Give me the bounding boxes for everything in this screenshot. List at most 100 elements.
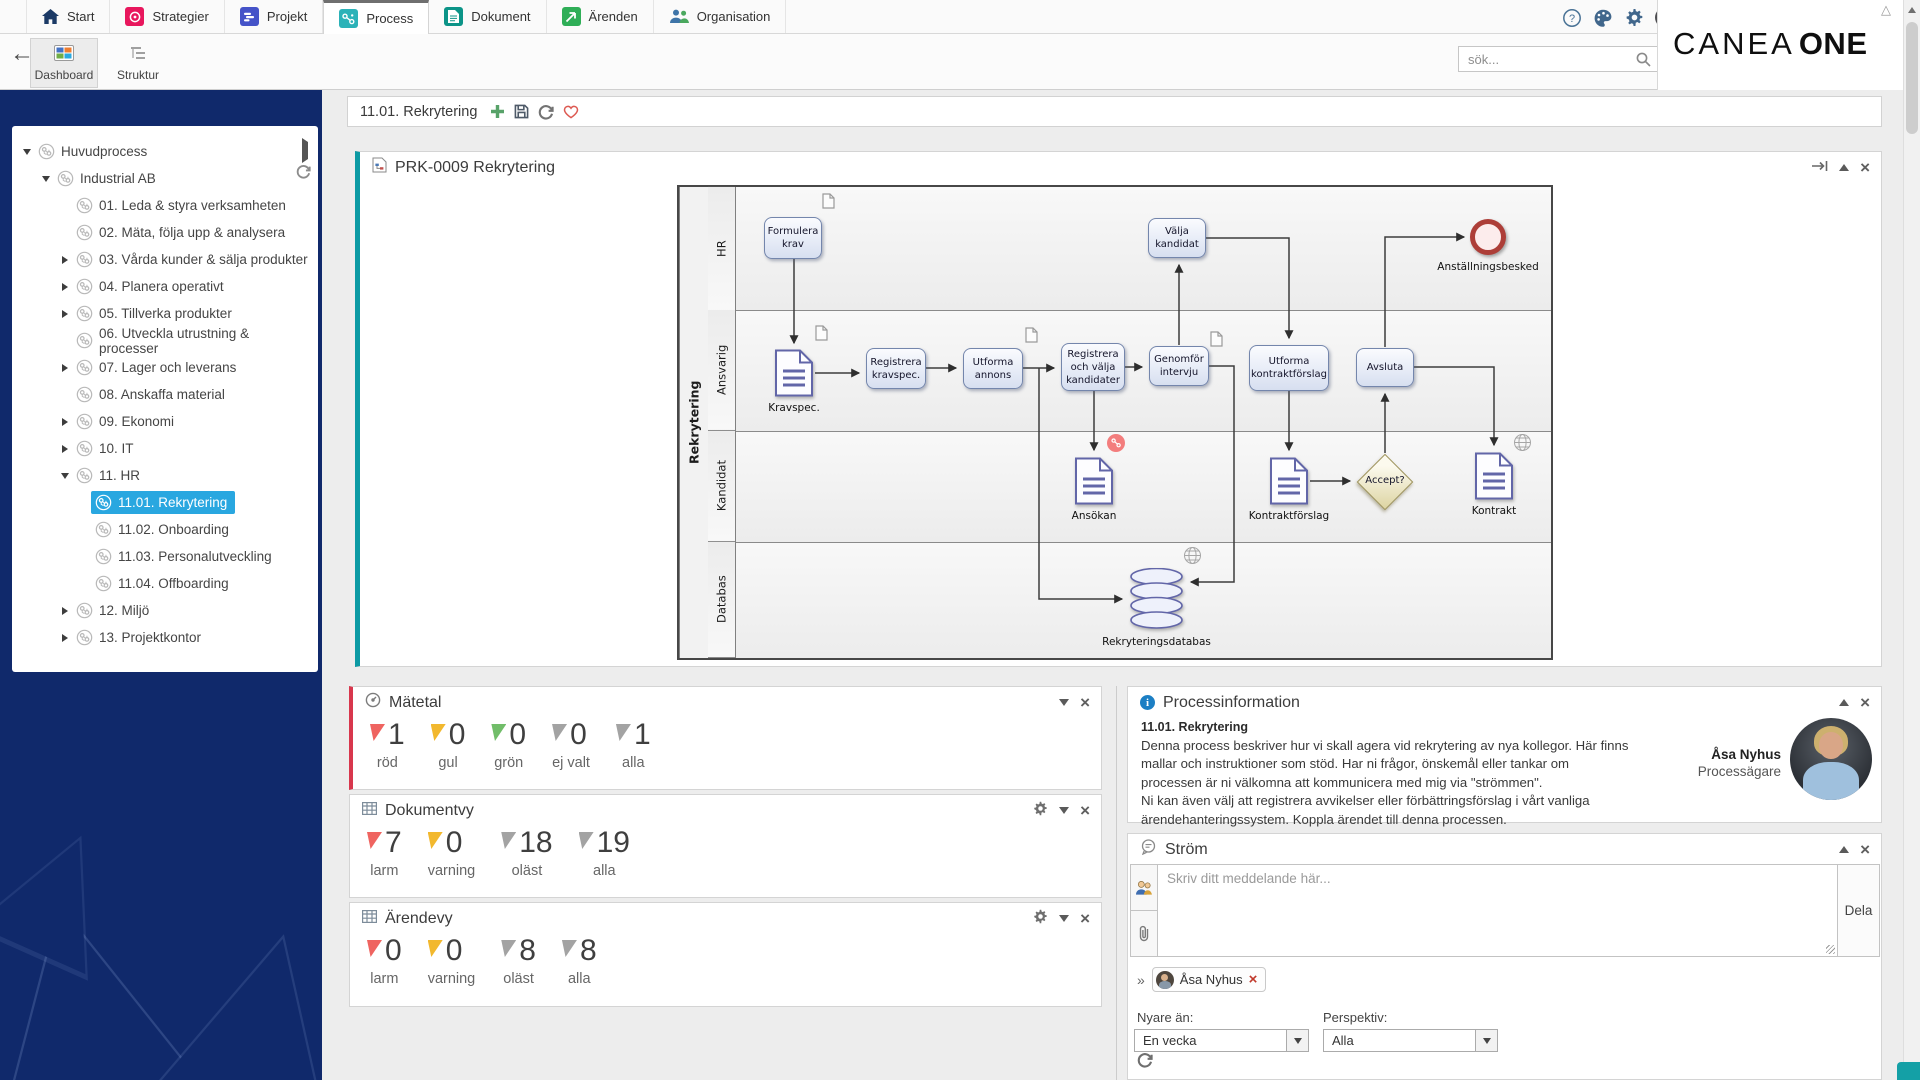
newer-than-select[interactable]: En vecka	[1134, 1029, 1309, 1052]
owner-avatar[interactable]	[1790, 718, 1872, 800]
tree-right-arrow-icon[interactable]	[58, 310, 72, 318]
tree-item-03-varda-kunder-salja-produkter[interactable]: 03. Vårda kunder & sälja produkter	[12, 246, 318, 273]
bpmn-task-utforma-annons[interactable]: Utforma annons	[963, 348, 1023, 389]
stat-varning[interactable]: 0varning	[428, 826, 476, 879]
refresh-icon[interactable]	[538, 104, 554, 120]
chat-widget-corner[interactable]	[1897, 1062, 1920, 1080]
bpmn-task-avsluta[interactable]: Avsluta	[1356, 348, 1414, 387]
search-icon[interactable]	[1636, 52, 1651, 72]
vertical-scrollbar[interactable]	[1903, 0, 1920, 1080]
tree-right-arrow-icon[interactable]	[58, 283, 72, 291]
favorite-heart-icon[interactable]	[563, 104, 579, 119]
bpmn-task-genomfor-intervju[interactable]: Genomför intervju	[1149, 346, 1209, 386]
collapse-panel-icon[interactable]	[1839, 699, 1849, 706]
tree-item-11-01-rekrytering[interactable]: 11.01. Rekrytering	[12, 489, 318, 516]
stat-rod[interactable]: 1röd	[370, 718, 405, 771]
tree-item-12-miljo[interactable]: 12. Miljö	[12, 597, 318, 624]
bpmn-document-kravspec[interactable]	[774, 349, 814, 401]
view-tab-struktur[interactable]: Struktur	[104, 38, 172, 88]
collapse-panel-icon[interactable]	[1839, 164, 1849, 171]
tree-right-arrow-icon[interactable]	[58, 256, 72, 264]
scroll-thumb[interactable]	[1906, 22, 1918, 134]
stream-refresh-icon[interactable]	[1137, 1052, 1153, 1073]
remove-recipient-icon[interactable]: ×	[1249, 972, 1258, 987]
stat-gul[interactable]: 0gul	[431, 718, 466, 771]
close-panel-icon[interactable]: ×	[1860, 159, 1870, 176]
stat-alla[interactable]: 8alla	[562, 934, 597, 987]
stat-alla[interactable]: 1alla	[616, 718, 651, 771]
bpmn-datastore-rekryteringsdatabas[interactable]	[1129, 568, 1184, 634]
settings-gear-icon[interactable]	[1624, 8, 1644, 28]
page-icon[interactable]	[815, 325, 828, 345]
tree-down-arrow-icon[interactable]	[20, 149, 34, 155]
view-tab-dashboard[interactable]: Dashboard	[30, 38, 98, 88]
close-panel-icon[interactable]: ×	[1080, 694, 1090, 711]
open-diagram-icon[interactable]	[1811, 159, 1828, 177]
tree-right-arrow-icon[interactable]	[58, 364, 72, 372]
tree-item-industrial-ab[interactable]: Industrial AB	[12, 165, 318, 192]
settings-gear-icon[interactable]	[1033, 909, 1048, 929]
dropdown-arrow-icon[interactable]	[1286, 1030, 1308, 1051]
globe-icon[interactable]	[1183, 546, 1202, 569]
collapse-panel-icon[interactable]	[1059, 807, 1069, 814]
collapse-panel-icon[interactable]	[1059, 699, 1069, 706]
add-recipient-icon[interactable]	[1131, 865, 1157, 911]
globe-icon[interactable]	[1513, 433, 1532, 456]
tab-strategier[interactable]: Strategier	[110, 0, 224, 33]
close-panel-icon[interactable]: ×	[1860, 841, 1870, 858]
tree-refresh-icon[interactable]	[296, 164, 311, 184]
bpmn-document-kontrakt[interactable]	[1474, 452, 1514, 504]
tree-item-10-it[interactable]: 10. IT	[12, 435, 318, 462]
page-icon[interactable]	[822, 193, 835, 213]
perspective-select[interactable]: Alla	[1323, 1029, 1498, 1052]
bpmn-end-event-anstallningsbesked[interactable]	[1470, 219, 1506, 255]
stat-gron[interactable]: 0grön	[491, 718, 526, 771]
save-icon[interactable]	[514, 104, 529, 119]
message-input[interactable]	[1158, 865, 1837, 956]
help-icon[interactable]: ?	[1562, 8, 1582, 28]
stat-ej-valt[interactable]: 0ej valt	[552, 718, 590, 771]
tab-arenden[interactable]: Ärenden	[547, 0, 654, 33]
tab-process[interactable]: Process	[323, 0, 429, 34]
collapse-header-icon[interactable]: △	[1881, 3, 1891, 18]
attachment-paperclip-icon[interactable]	[1131, 911, 1157, 956]
tree-item-11-04-offboarding[interactable]: 11.04. Offboarding	[12, 570, 318, 597]
tree-down-arrow-icon[interactable]	[58, 473, 72, 479]
tree-item-09-ekonomi[interactable]: 09. Ekonomi	[12, 408, 318, 435]
bpmn-task-registrera-kravspec[interactable]: Registrera kravspec.	[866, 348, 926, 389]
tree-item-11-02-onboarding[interactable]: 11.02. Onboarding	[12, 516, 318, 543]
tree-expand-icon[interactable]	[302, 142, 308, 160]
bpmn-document-kontraktforslag[interactable]	[1269, 457, 1309, 509]
share-button[interactable]: Dela	[1837, 865, 1879, 956]
close-panel-icon[interactable]: ×	[1860, 694, 1870, 711]
tab-start[interactable]: Start	[26, 0, 110, 33]
scroll-up-icon[interactable]	[1908, 7, 1916, 13]
stat-larm[interactable]: 7larm	[367, 826, 402, 879]
bpmn-task-utforma-kontraktforslag[interactable]: Utforma kontraktförslag	[1249, 345, 1329, 391]
stat-alla[interactable]: 19alla	[579, 826, 630, 879]
theme-palette-icon[interactable]	[1593, 8, 1613, 28]
stat-varning[interactable]: 0varning	[428, 934, 476, 987]
tree-right-arrow-icon[interactable]	[58, 607, 72, 615]
stat-larm[interactable]: 0larm	[367, 934, 402, 987]
page-icon[interactable]	[1210, 331, 1223, 351]
tree-item-06-utveckla-utrustning-processer[interactable]: 06. Utveckla utrustning & processer	[12, 327, 318, 354]
tree-right-arrow-icon[interactable]	[58, 445, 72, 453]
tree-item-huvudprocess[interactable]: Huvudprocess	[12, 138, 318, 165]
tab-organisation[interactable]: Organisation	[654, 0, 787, 33]
tab-dokument[interactable]: Dokument	[429, 0, 546, 33]
tree-right-arrow-icon[interactable]	[58, 634, 72, 642]
page-icon[interactable]	[1025, 327, 1038, 347]
tree-item-11-hr[interactable]: 11. HR	[12, 462, 318, 489]
tree-item-02-mata-folja-upp-analysera[interactable]: 02. Mäta, följa upp & analysera	[12, 219, 318, 246]
bpmn-document-ansokan[interactable]	[1074, 457, 1114, 509]
tree-item-08-anskaffa-material[interactable]: 08. Anskaffa material	[12, 381, 318, 408]
collapse-panel-icon[interactable]	[1839, 846, 1849, 853]
stat-olast[interactable]: 18oläst	[501, 826, 552, 879]
tree-down-arrow-icon[interactable]	[39, 176, 53, 182]
bpmn-task-formulera-krav[interactable]: Formulera krav	[764, 217, 822, 259]
close-panel-icon[interactable]: ×	[1080, 802, 1090, 819]
stat-olast[interactable]: 8oläst	[501, 934, 536, 987]
tree-right-arrow-icon[interactable]	[58, 418, 72, 426]
close-panel-icon[interactable]: ×	[1080, 910, 1090, 927]
